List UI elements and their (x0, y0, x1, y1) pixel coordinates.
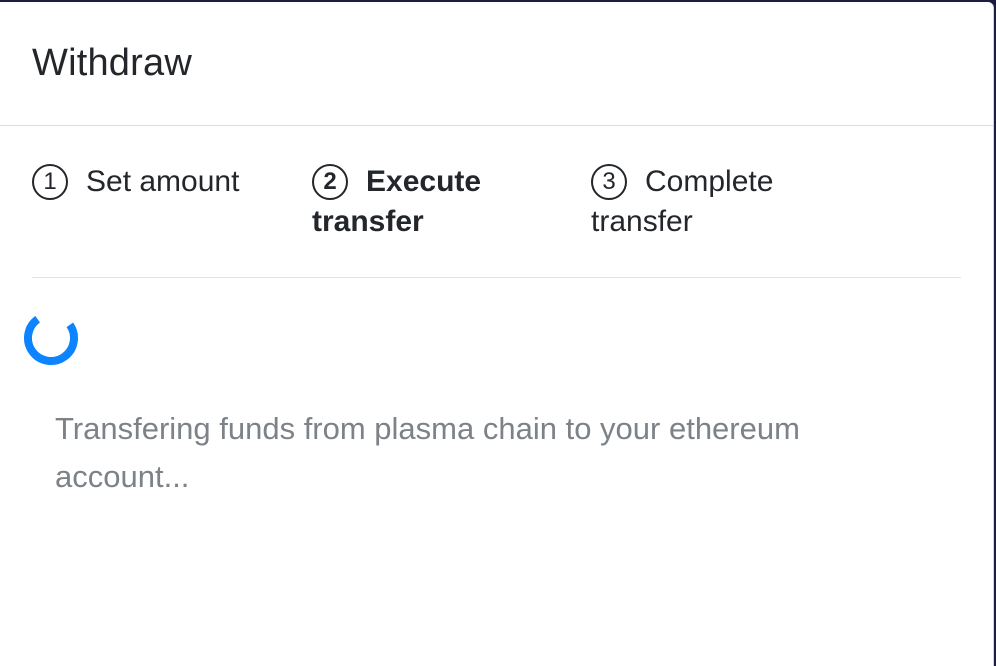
modal-header: Withdraw (0, 2, 993, 126)
step-label: Set amount (86, 165, 240, 198)
step-complete-transfer: 3 Complete transfer (591, 162, 831, 242)
step-execute-transfer: 2 Execute transfer (312, 162, 532, 242)
modal-body: 1 Set amount 2 Execute transfer 3 Complete … (0, 126, 993, 365)
loading-spinner-icon (24, 311, 78, 365)
step-number-badge: 1 (32, 164, 68, 200)
stepper: 1 Set amount 2 Execute transfer 3 Complete … (32, 126, 961, 278)
transfer-status-message: Transfering funds from plasma chain to y… (55, 411, 800, 494)
step-number-badge: 2 (312, 164, 348, 200)
step-number-badge: 3 (591, 164, 627, 200)
step-set-amount: 1 Set amount (32, 162, 239, 202)
modal-title: Withdraw (32, 42, 192, 84)
withdraw-modal: Withdraw 1 Set amount 2 Execute transfer 3… (0, 2, 994, 666)
